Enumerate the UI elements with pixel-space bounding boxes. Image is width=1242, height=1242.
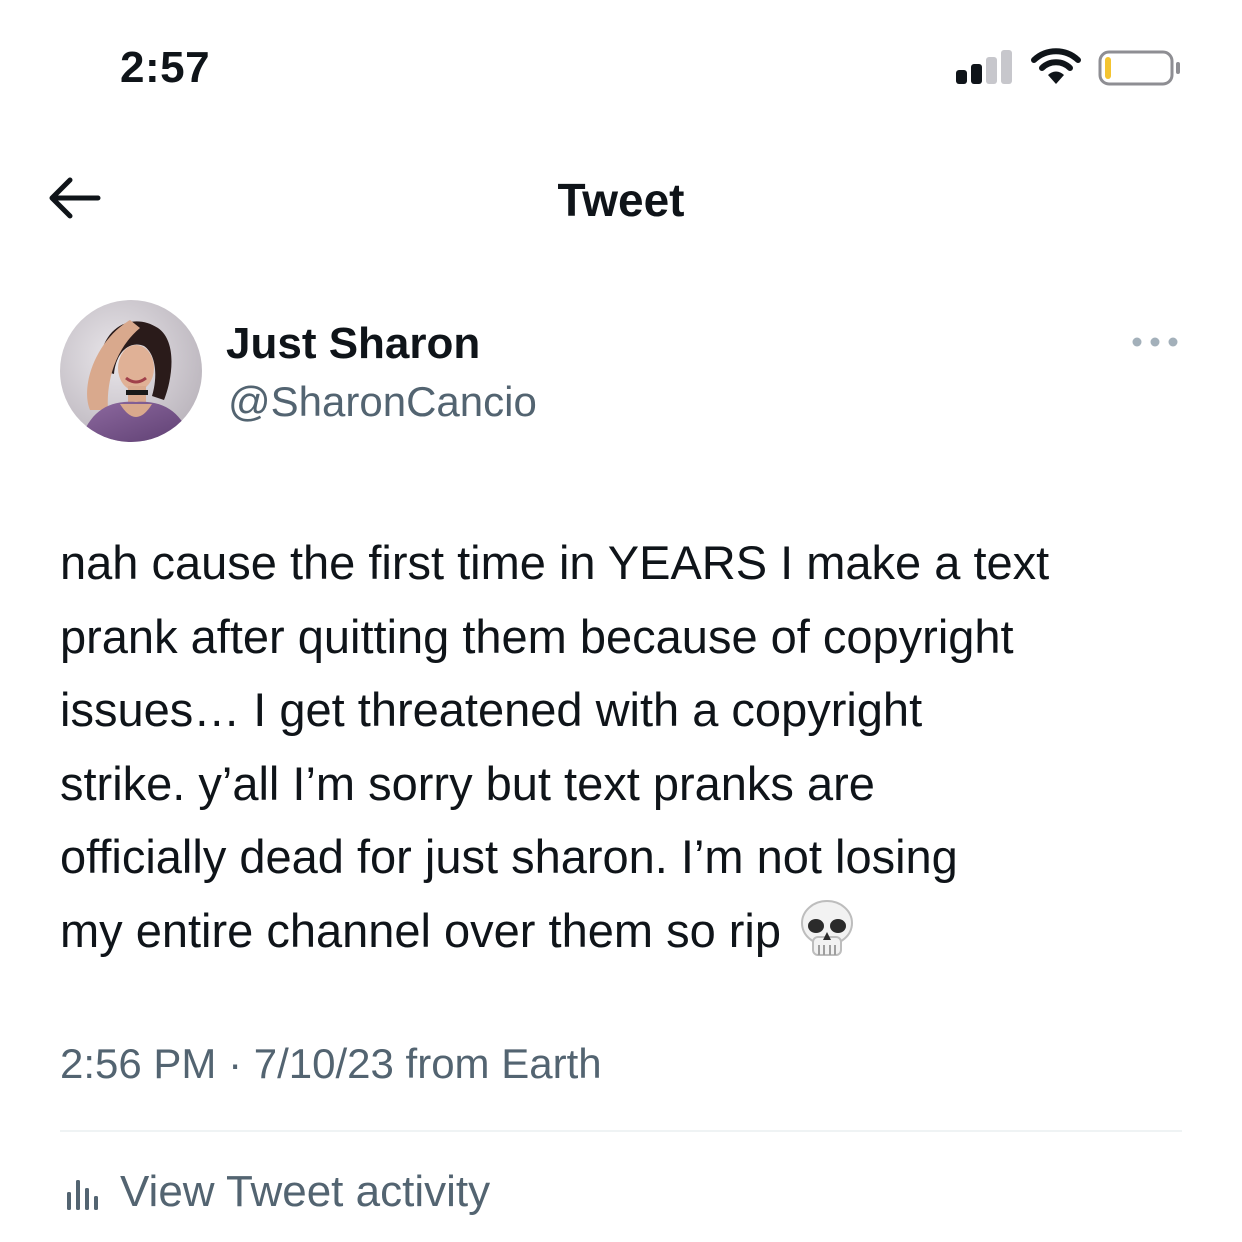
tweet-text-content: nah cause the first time in YEARS I make… [60, 536, 1050, 957]
author-display-name[interactable]: Just Sharon [226, 318, 480, 370]
status-time: 2:57 [120, 43, 211, 92]
page-title: Tweet [557, 174, 685, 226]
view-tweet-activity-button[interactable]: View Tweet activity [64, 1162, 490, 1222]
cellular-signal-icon [956, 48, 1012, 84]
battery-icon [1098, 50, 1180, 86]
skull-emoji [801, 899, 853, 956]
analytics-icon [67, 1180, 98, 1210]
author-handle[interactable]: @SharonCancio [228, 376, 537, 428]
tweet-timestamp[interactable]: 2:56 PM · 7/10/23 from Earth [60, 1036, 602, 1092]
divider [60, 1130, 1182, 1132]
avatar-photo [60, 300, 202, 442]
view-tweet-activity-label: View Tweet activity [120, 1167, 491, 1216]
avatar[interactable] [60, 300, 202, 442]
wifi-icon [1031, 48, 1081, 84]
tweet-text: nah cause the first time in YEARS I make… [60, 526, 1200, 967]
more-options-icon[interactable] [1130, 328, 1180, 356]
